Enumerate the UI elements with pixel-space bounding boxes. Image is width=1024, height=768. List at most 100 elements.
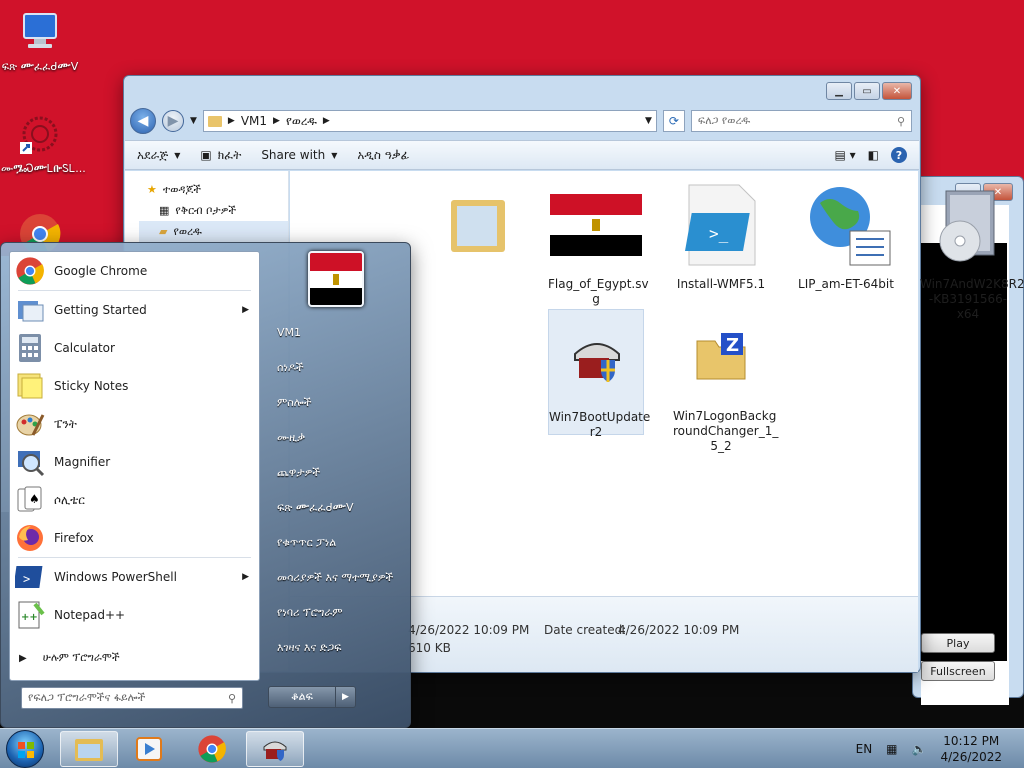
- start-menu-place[interactable]: የነባሪ ፕሮግራም: [263, 595, 407, 630]
- start-menu-place[interactable]: VM1: [263, 315, 407, 350]
- start-menu-place[interactable]: የቁጥጥር ፓነል: [263, 525, 407, 560]
- file-item-win7logonbackgroundchanger[interactable]: Z Win7LogonBackg roundChanger_1_ 5_2: [673, 309, 779, 454]
- chevron-right-icon: ▶: [242, 305, 249, 315]
- egypt-flag-icon: [310, 253, 362, 305]
- all-programs-button[interactable]: ▶ ሁሉም ፕሮግራሞች: [9, 643, 249, 673]
- nav-favorites[interactable]: ★ ተወዳጆች: [147, 179, 288, 200]
- address-dropdown-icon[interactable]: ▼: [645, 116, 652, 126]
- start-menu-place[interactable]: ሙዚቃ: [263, 420, 407, 455]
- start-menu-place[interactable]: ጨዋታዎች: [263, 455, 407, 490]
- start-menu-item[interactable]: Magnifier: [10, 443, 259, 481]
- start-menu-item[interactable]: ♠ ሶሊቴር: [10, 481, 259, 519]
- organize-label: አደራጅ: [137, 147, 169, 162]
- open-button[interactable]: ▣ ክፈት: [200, 148, 241, 163]
- help-icon[interactable]: ?: [891, 147, 907, 163]
- file-name: Win7AndW2K8R2 -KB3191566-x64: [920, 277, 1024, 321]
- start-search-input[interactable]: የፍለጋ ፕሮግራሞችና ፋይሎች ⚲: [21, 687, 243, 709]
- file-item-install-wmf[interactable]: >_ Install-WMF5.1: [673, 177, 769, 292]
- chevron-down-icon: ▼: [174, 150, 181, 160]
- new-folder-button[interactable]: አዲስ ዓቃፊ: [357, 148, 409, 163]
- start-menu-item[interactable]: ፔንት: [10, 405, 259, 443]
- breadcrumb-downloads[interactable]: የወረዱ: [286, 114, 317, 129]
- solitaire-icon: ♠: [14, 484, 46, 516]
- taskbar-chrome[interactable]: [183, 731, 241, 767]
- start-menu-place[interactable]: ምስሎች: [263, 385, 407, 420]
- svg-text:>: >: [23, 572, 30, 586]
- taskbar-explorer[interactable]: [60, 731, 118, 767]
- file-item-kb3191566[interactable]: Win7AndW2K8R2 -KB3191566-x64: [920, 177, 1024, 322]
- shutdown-group: ቆልፍ ▶: [268, 686, 356, 708]
- start-menu-item-label: Google Chrome: [54, 264, 148, 278]
- boot-updater-icon: [263, 741, 287, 761]
- file-item[interactable]: [430, 177, 526, 277]
- desktop-icon-shortcut[interactable]: ሙᎂᏍᎀᏞᎄᏚᏞ...: [1, 112, 86, 175]
- chrome-icon: [198, 735, 226, 763]
- system-tray: EN ▦ 🔈 10:12 PM 4/26/2022: [856, 729, 1024, 768]
- open-label: ክፈት: [217, 147, 242, 162]
- file-name: Win7LogonBackg roundChanger_1_ 5_2: [673, 409, 779, 453]
- size-value: 610 KB: [408, 641, 451, 655]
- forward-button[interactable]: ▶: [162, 110, 184, 132]
- file-item-win7bootupdater[interactable]: Win7BootUpdate r2: [548, 309, 650, 439]
- chevron-right-icon: ▶: [342, 692, 349, 702]
- start-menu-item[interactable]: Google Chrome: [10, 252, 259, 290]
- start-menu-place[interactable]: ሰነዶች: [263, 350, 407, 385]
- clock[interactable]: 10:12 PM 4/26/2022: [940, 733, 1002, 765]
- start-menu-item[interactable]: ++ Notepad++: [10, 596, 259, 634]
- open-icon: ▣: [200, 148, 212, 162]
- address-bar[interactable]: ▶ VM1 ▶ የወረዱ ▶ ▼: [202, 110, 657, 132]
- taskbar-media-player[interactable]: [120, 731, 178, 767]
- start-menu-place[interactable]: ፍጽ ᎀፈፈᑯᎀᐯ: [263, 490, 407, 525]
- all-programs-label: ሁሉም ፕሮግራሞች: [42, 651, 120, 664]
- firefox-icon: [14, 522, 46, 554]
- close-button[interactable]: ✕: [882, 82, 912, 100]
- preview-pane-icon[interactable]: ◧: [868, 148, 879, 162]
- back-button[interactable]: ◀: [130, 108, 156, 134]
- search-icon: ⚲: [227, 691, 236, 705]
- start-button[interactable]: [6, 730, 44, 768]
- search-input[interactable]: ፍለጋ የወረዱ ⚲: [690, 110, 912, 132]
- file-item-lip-am-et[interactable]: LIP_am-ET-64bit: [798, 177, 894, 292]
- file-item-flag-of-egypt[interactable]: Flag_of_Egypt.sv g: [548, 177, 649, 307]
- shutdown-button[interactable]: ቆልፍ: [268, 686, 336, 708]
- share-with-button[interactable]: Share with ▼: [261, 148, 337, 162]
- sticky-notes-icon: [14, 370, 46, 402]
- file-name: LIP_am-ET-64bit: [798, 277, 894, 291]
- play-button[interactable]: Play: [921, 633, 995, 653]
- powershell-script-icon: >_: [673, 177, 769, 273]
- volume-icon[interactable]: 🔈: [912, 742, 927, 756]
- start-menu-item[interactable]: Sticky Notes: [10, 367, 259, 405]
- start-menu-item[interactable]: > Windows PowerShell ▶: [10, 558, 259, 596]
- paint-icon: [14, 408, 46, 440]
- start-menu-item[interactable]: Calculator: [10, 329, 259, 367]
- nav-recent-label: የቅርብ ቦታዎች: [175, 203, 237, 217]
- magnifier-icon: [14, 446, 46, 478]
- minimize-button[interactable]: ▁: [826, 82, 852, 100]
- start-menu-place[interactable]: እገዛና እና ድጋፍ: [263, 630, 407, 665]
- nav-recent-places[interactable]: ▦ የቅርብ ቦታዎች: [147, 200, 288, 221]
- svg-text:Z: Z: [726, 335, 739, 356]
- recent-pages-dropdown-icon[interactable]: ▼: [190, 116, 197, 126]
- language-indicator[interactable]: EN: [856, 742, 873, 756]
- desktop-icon-computer[interactable]: ፍጽ ᎀፈፈᑯᎀᐯ: [1, 10, 79, 73]
- getting-started-icon: [14, 294, 46, 326]
- shutdown-options-button[interactable]: ▶: [336, 686, 356, 708]
- date-created-value: 4/26/2022 10:09 PM: [618, 623, 740, 637]
- avatar[interactable]: [308, 251, 364, 307]
- file-name: Win7BootUpdate r2: [549, 410, 651, 439]
- maximize-button[interactable]: ▭: [854, 82, 880, 100]
- nav-downloads[interactable]: ▰ የወረዱ: [139, 221, 288, 242]
- start-menu-item[interactable]: Firefox: [10, 519, 259, 557]
- network-icon[interactable]: ▦: [886, 742, 897, 756]
- view-options-icon[interactable]: ▤ ▾: [834, 148, 855, 162]
- start-menu-place[interactable]: መሳሪያዎች እና ማተሚያዎች: [263, 560, 407, 595]
- taskbar-boot-updater[interactable]: [246, 731, 304, 767]
- breadcrumb-chevron-icon: ▶: [322, 116, 330, 126]
- breadcrumb-vm1[interactable]: VM1: [241, 114, 267, 128]
- organize-button[interactable]: አደራጅ ▼: [137, 148, 180, 163]
- fullscreen-button[interactable]: Fullscreen: [921, 661, 995, 681]
- powershell-icon: >: [14, 561, 46, 593]
- start-menu-item[interactable]: Getting Started ▶: [10, 291, 259, 329]
- refresh-button[interactable]: ⟳: [662, 110, 685, 132]
- start-menu[interactable]: Google Chrome Getting Started ▶ Calculator S…: [0, 242, 411, 728]
